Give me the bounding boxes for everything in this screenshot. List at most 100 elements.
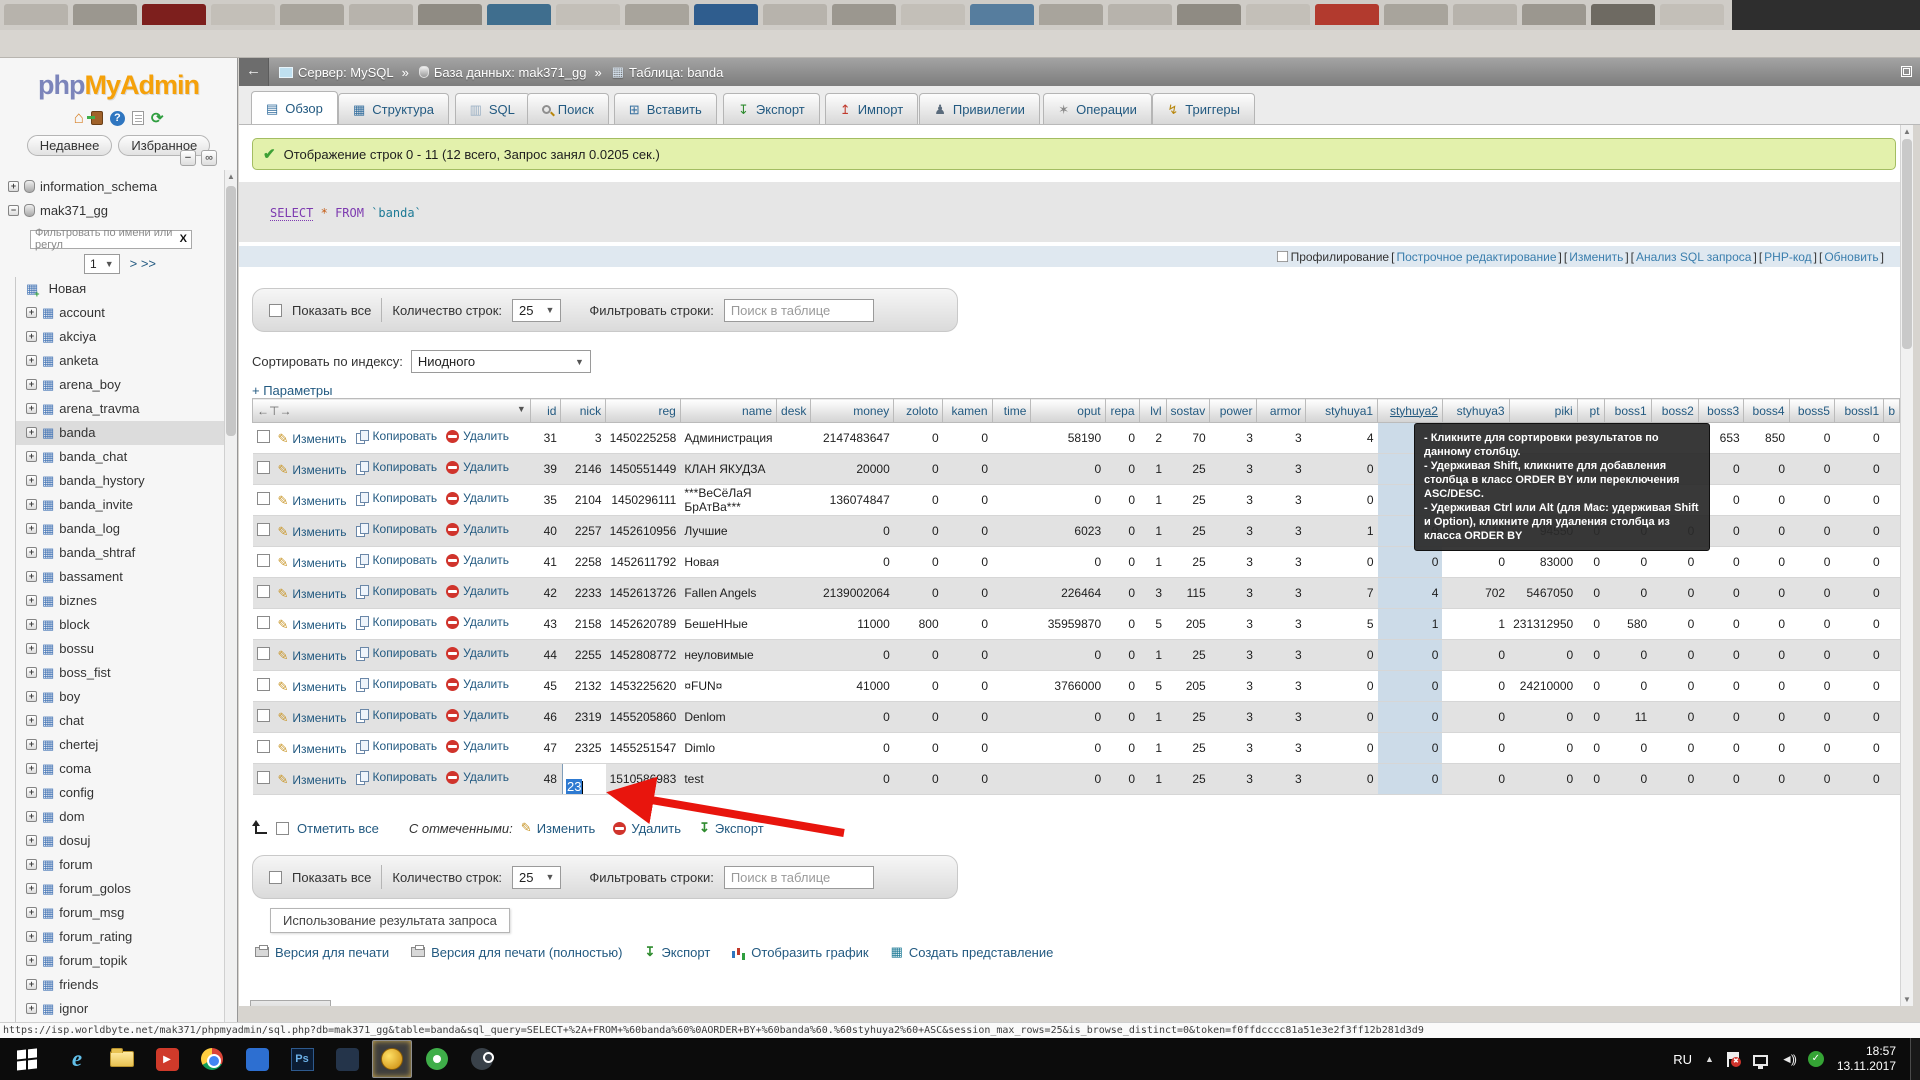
column-header-piki[interactable]: piki [1509, 399, 1577, 423]
cell-pt[interactable]: 0 [1577, 671, 1604, 702]
expand-icon[interactable]: + [26, 1003, 37, 1014]
sidebar-table-arena-boy[interactable]: +▦arena_boy [16, 373, 224, 397]
cell-boss2[interactable]: 0 [1651, 578, 1698, 609]
cell-name[interactable]: ¤FUN¤ [680, 671, 776, 702]
cell-money[interactable]: 0 [811, 640, 894, 671]
cell-armor[interactable]: 3 [1257, 702, 1306, 733]
expand-icon[interactable]: + [26, 739, 37, 750]
browser-tab[interactable] [73, 4, 137, 25]
row-checkbox[interactable] [257, 771, 270, 784]
row-delete-link[interactable]: Удалить [446, 584, 509, 598]
cell-boss4[interactable]: 0 [1744, 640, 1789, 671]
cell-time[interactable] [992, 609, 1031, 640]
tab-ops[interactable]: ✶Операции [1043, 93, 1152, 124]
browser-tab[interactable] [1108, 4, 1172, 25]
browser-tab[interactable] [901, 4, 965, 25]
cell-boss2[interactable]: 0 [1651, 702, 1698, 733]
cell-boss3[interactable]: 0 [1698, 578, 1743, 609]
cell-boss1[interactable]: 0 [1604, 547, 1651, 578]
cell-id[interactable]: 48 [530, 764, 561, 795]
cell-b[interactable] [1884, 516, 1900, 547]
expand-icon[interactable]: + [26, 907, 37, 918]
cell-boss5[interactable]: 0 [1789, 578, 1834, 609]
tree-item-label[interactable]: forum_golos [59, 881, 131, 896]
cell-boss4[interactable]: 0 [1744, 702, 1789, 733]
cell-boss1[interactable]: 0 [1604, 733, 1651, 764]
cell-repa[interactable]: 0 [1105, 733, 1139, 764]
cell-power[interactable]: 3 [1210, 609, 1257, 640]
cell-id[interactable]: 40 [530, 516, 561, 547]
cell-zoloto[interactable]: 800 [894, 609, 943, 640]
taskbar-blue-app-icon[interactable] [237, 1040, 277, 1078]
tab-export[interactable]: ↧Экспорт [723, 93, 820, 124]
cell-kamen[interactable]: 0 [943, 671, 992, 702]
column-header-power[interactable]: power [1210, 399, 1257, 423]
sidebar-table-forum-golos[interactable]: +▦forum_golos [16, 877, 224, 901]
row-edit-link[interactable]: ✎Изменить [278, 462, 347, 478]
cell-styhuya1[interactable]: 0 [1306, 547, 1378, 578]
link-icon[interactable]: ∞ [201, 150, 217, 166]
expand-icon[interactable]: + [26, 811, 37, 822]
sidebar-table-bossu[interactable]: +▦bossu [16, 637, 224, 661]
browser-tab[interactable] [1591, 4, 1655, 25]
sidebar-table-arena-travma[interactable]: +▦arena_travma [16, 397, 224, 421]
column-header-zoloto[interactable]: zoloto [894, 399, 943, 423]
cell-name[interactable]: КЛАН ЯКУДЗА [680, 454, 776, 485]
cell-styhuya3[interactable]: 0 [1442, 764, 1509, 795]
sidebar-table-banda-chat[interactable]: +▦banda_chat [16, 445, 224, 469]
cell-name[interactable]: Новая [680, 547, 776, 578]
cell-styhuya1[interactable]: 4 [1306, 423, 1378, 454]
row-checkbox[interactable] [257, 678, 270, 691]
cell-name[interactable]: Fallen Angels [680, 578, 776, 609]
cell-power[interactable]: 3 [1210, 733, 1257, 764]
query-link-php-код[interactable]: PHP-код [1764, 250, 1811, 264]
column-header-lvl[interactable]: lvl [1139, 399, 1166, 423]
tree-item-label[interactable]: arena_boy [59, 377, 120, 392]
cell-repa[interactable]: 0 [1105, 454, 1139, 485]
cell-kamen[interactable]: 0 [943, 423, 992, 454]
row-edit-link[interactable]: ✎Изменить [278, 710, 347, 726]
cell-bossl1[interactable]: 0 [1834, 671, 1883, 702]
expand-icon[interactable]: + [26, 379, 37, 390]
row-delete-link[interactable]: Удалить [446, 491, 509, 505]
tree-item-label[interactable]: block [59, 617, 89, 632]
cell-zoloto[interactable]: 0 [894, 516, 943, 547]
cell-sostav[interactable]: 70 [1166, 423, 1210, 454]
sidebar-table-dosuj[interactable]: +▦dosuj [16, 829, 224, 853]
row-checkbox[interactable] [257, 647, 270, 660]
row-edit-link[interactable]: ✎Изменить [278, 679, 347, 695]
browser-tab[interactable] [1315, 4, 1379, 25]
column-header-time[interactable]: time [992, 399, 1031, 423]
expand-icon[interactable]: + [26, 979, 37, 990]
sidebar-table-forum-msg[interactable]: +▦forum_msg [16, 901, 224, 925]
expand-icon[interactable]: + [26, 523, 37, 534]
column-header-bossl1[interactable]: bossl1 [1834, 399, 1883, 423]
op-printer-link[interactable]: Версия для печати (полностью) [411, 945, 622, 960]
cell-money[interactable]: 2139002064 [811, 578, 894, 609]
cell-id[interactable]: 43 [530, 609, 561, 640]
tree-item-label[interactable]: config [59, 785, 94, 800]
sort-dropdown-icon[interactable]: ▼ [517, 404, 526, 414]
cell-bossl1[interactable]: 0 [1834, 609, 1883, 640]
taskbar-green-app-icon[interactable] [417, 1040, 457, 1078]
browser-tab[interactable] [832, 4, 896, 25]
scrollbar-thumb[interactable] [226, 186, 236, 436]
breadcrumb-table[interactable]: ▦ Таблица: banda [612, 64, 724, 80]
cell-money[interactable]: 0 [811, 516, 894, 547]
browser-tab[interactable] [1453, 4, 1517, 25]
row-delete-link[interactable]: Удалить [446, 553, 509, 567]
sidebar-table-banda[interactable]: +▦banda [16, 421, 224, 445]
cell-lvl[interactable]: 5 [1139, 671, 1166, 702]
cell-money[interactable]: 41000 [811, 671, 894, 702]
cell-sostav[interactable]: 25 [1166, 454, 1210, 485]
cell-boss1[interactable]: 0 [1604, 764, 1651, 795]
cell-styhuya2[interactable]: 0 [1378, 547, 1443, 578]
cell-armor[interactable]: 3 [1257, 764, 1306, 795]
profiling-checkbox[interactable] [1277, 251, 1288, 262]
tab-browse[interactable]: ▤Обзор [251, 91, 338, 124]
expand-icon[interactable]: + [26, 475, 37, 486]
cell-zoloto[interactable]: 0 [894, 733, 943, 764]
cell-repa[interactable]: 0 [1105, 609, 1139, 640]
row-edit-link[interactable]: ✎Изменить [278, 431, 347, 447]
cell-power[interactable]: 3 [1210, 485, 1257, 516]
